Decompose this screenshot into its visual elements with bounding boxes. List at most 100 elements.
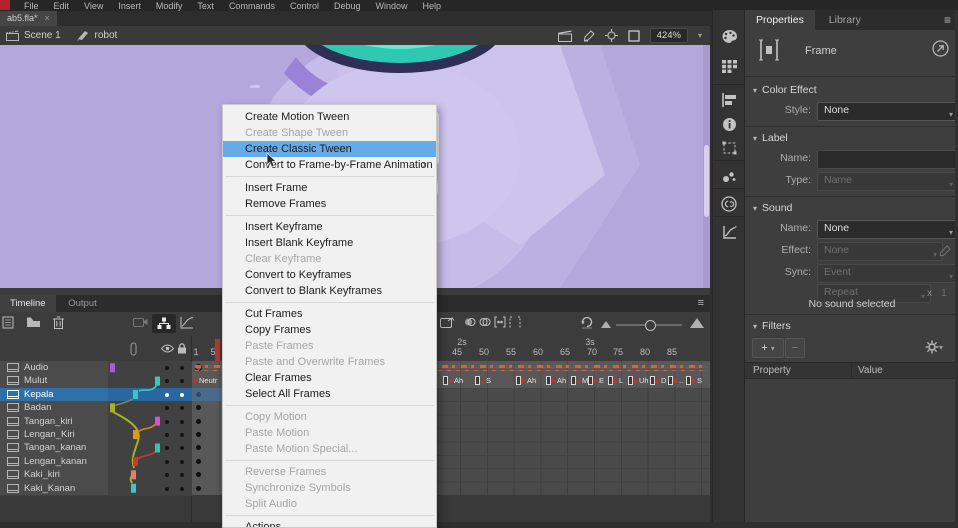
menu-item-paste-and-overwrite-frames: Paste and Overwrite Frames (223, 354, 436, 370)
ruler-number: 45 (452, 347, 462, 357)
visibility-column-eye-icon[interactable] (161, 344, 174, 353)
section-filters[interactable]: ▾Filters (753, 320, 791, 332)
menu-item-create-classic-tween[interactable]: Create Classic Tween (223, 141, 436, 157)
camera-icon[interactable] (133, 316, 148, 328)
properties-panel-menu-icon[interactable]: ≡ (944, 13, 951, 27)
new-folder-icon[interactable] (26, 316, 41, 328)
menu-modify[interactable]: Modify (156, 0, 183, 11)
menu-item-convert-to-blank-keyframes[interactable]: Convert to Blank Keyframes (223, 283, 436, 299)
menu-help[interactable]: Help (423, 0, 442, 11)
section-label[interactable]: ▾Label (753, 132, 788, 144)
history-graph-panel-icon[interactable] (717, 222, 741, 242)
ruler-seconds-2s: 2s (457, 337, 467, 347)
filters-property-column: Property (753, 363, 791, 378)
frame-actions-icon[interactable] (440, 316, 455, 329)
delete-layer-trash-icon[interactable] (53, 316, 64, 329)
clip-content-icon[interactable] (628, 30, 640, 42)
motion-graph-icon[interactable] (180, 316, 194, 329)
close-icon[interactable]: × (45, 11, 50, 26)
timeline-panel-menu-icon[interactable]: ≡ (698, 297, 704, 309)
menu-view[interactable]: View (84, 0, 103, 11)
menu-separator (225, 460, 434, 461)
menu-item-create-shape-tween: Create Shape Tween (223, 125, 436, 141)
timeline-zoom-slider-knob[interactable] (645, 320, 656, 331)
menu-commands[interactable]: Commands (229, 0, 275, 11)
brush-library-panel-icon[interactable] (717, 166, 741, 186)
submenu-arrow-icon: › (422, 157, 426, 173)
menu-item-insert-keyframe[interactable]: Insert Keyframe (223, 219, 436, 235)
tab-output[interactable]: Output (58, 295, 107, 312)
tab-library[interactable]: Library (818, 10, 872, 30)
ruler-frame-1: 1 (193, 347, 198, 357)
remove-filter-button[interactable]: − (785, 338, 805, 358)
chevron-down-icon: ▾ (949, 107, 953, 122)
scene-icon (6, 30, 19, 41)
section-color-effect[interactable]: ▾Color Effect (753, 84, 817, 96)
menu-item-actions[interactable]: Actions (223, 519, 436, 528)
timeline-zoom-out-icon[interactable] (601, 321, 611, 328)
onion-skin-outlines-icon[interactable] (479, 316, 491, 328)
color-panel-icon[interactable] (717, 26, 741, 46)
menu-item-paste-motion-special: Paste Motion Special... (223, 441, 436, 457)
menu-item-create-motion-tween[interactable]: Create Motion Tween (223, 109, 436, 125)
menu-insert[interactable]: Insert (118, 0, 141, 11)
filters-options-gear-icon[interactable]: ▾ (917, 338, 951, 356)
menu-control[interactable]: Control (290, 0, 319, 11)
sound-sync-label: Sync: (785, 266, 811, 278)
add-filter-button[interactable]: + ▾ (752, 338, 784, 358)
menu-text[interactable]: Text (197, 0, 214, 11)
label-name-label: Name: (780, 152, 811, 164)
menu-edit[interactable]: Edit (54, 0, 70, 11)
menu-item-select-all-frames[interactable]: Select All Frames (223, 386, 436, 402)
section-collapse-icon: ▾ (753, 134, 757, 143)
transform-panel-icon[interactable] (717, 138, 741, 158)
menu-item-cut-frames[interactable]: Cut Frames (223, 306, 436, 322)
playhead[interactable] (215, 339, 220, 361)
section-sound[interactable]: ▾Sound (753, 202, 792, 214)
zoom-chevron-down-icon[interactable]: ▾ (698, 31, 702, 40)
align-panel-icon[interactable] (717, 90, 741, 110)
ruler-number: 65 (560, 347, 570, 357)
menu-separator (225, 405, 434, 406)
style-dropdown[interactable]: None▾ (817, 102, 958, 121)
onion-markers-icon[interactable] (509, 316, 521, 328)
breadcrumb-scene[interactable]: Scene 1 (24, 30, 61, 41)
cc-libraries-panel-icon[interactable] (717, 194, 741, 214)
edit-scene-icon[interactable] (558, 30, 572, 42)
document-tab[interactable]: ab5.fla* × (0, 11, 57, 26)
stage-vertical-scrollbar[interactable] (703, 45, 710, 288)
center-frame-icon[interactable] (605, 29, 618, 42)
breadcrumb-symbol[interactable]: robot (94, 30, 117, 41)
publish-settings-icon[interactable] (932, 40, 949, 57)
info-panel-icon[interactable] (717, 114, 741, 134)
tab-timeline[interactable]: Timeline (0, 295, 56, 312)
menu-item-remove-frames[interactable]: Remove Frames (223, 196, 436, 212)
edit-multiple-frames-icon[interactable] (494, 316, 506, 328)
loop-playback-icon[interactable] (580, 316, 594, 329)
onion-skin-icon[interactable] (464, 316, 476, 328)
timeline-zoom-in-icon[interactable] (690, 318, 704, 328)
menu-item-convert-to-frame-by-frame[interactable]: Convert to Frame-by-Frame Animation› (223, 157, 436, 173)
ruler-number: 60 (533, 347, 543, 357)
properties-object-header: Frame (745, 30, 958, 77)
menu-debug[interactable]: Debug (334, 0, 361, 11)
stage-scrollbar-thumb[interactable] (704, 145, 709, 217)
swatches-panel-icon[interactable] (717, 56, 741, 76)
edit-symbols-icon[interactable] (582, 30, 595, 42)
menu-separator (225, 515, 434, 516)
menu-window[interactable]: Window (376, 0, 408, 11)
menu-item-split-audio: Split Audio (223, 496, 436, 512)
lock-column-icon[interactable] (177, 343, 187, 354)
menu-item-convert-to-keyframes[interactable]: Convert to Keyframes (223, 267, 436, 283)
sound-name-dropdown[interactable]: None▾ (817, 220, 958, 239)
zoom-level-value[interactable]: 424% (650, 28, 688, 43)
menu-file[interactable]: File (24, 0, 39, 11)
menu-item-insert-frame[interactable]: Insert Frame (223, 180, 436, 196)
new-layer-icon[interactable] (2, 316, 16, 329)
menu-item-copy-frames[interactable]: Copy Frames (223, 322, 436, 338)
menu-item-clear-frames[interactable]: Clear Frames (223, 370, 436, 386)
menu-item-insert-blank-keyframe[interactable]: Insert Blank Keyframe (223, 235, 436, 251)
ruler-number: 50 (479, 347, 489, 357)
label-name-input[interactable] (817, 150, 958, 169)
tab-properties[interactable]: Properties (745, 10, 815, 30)
